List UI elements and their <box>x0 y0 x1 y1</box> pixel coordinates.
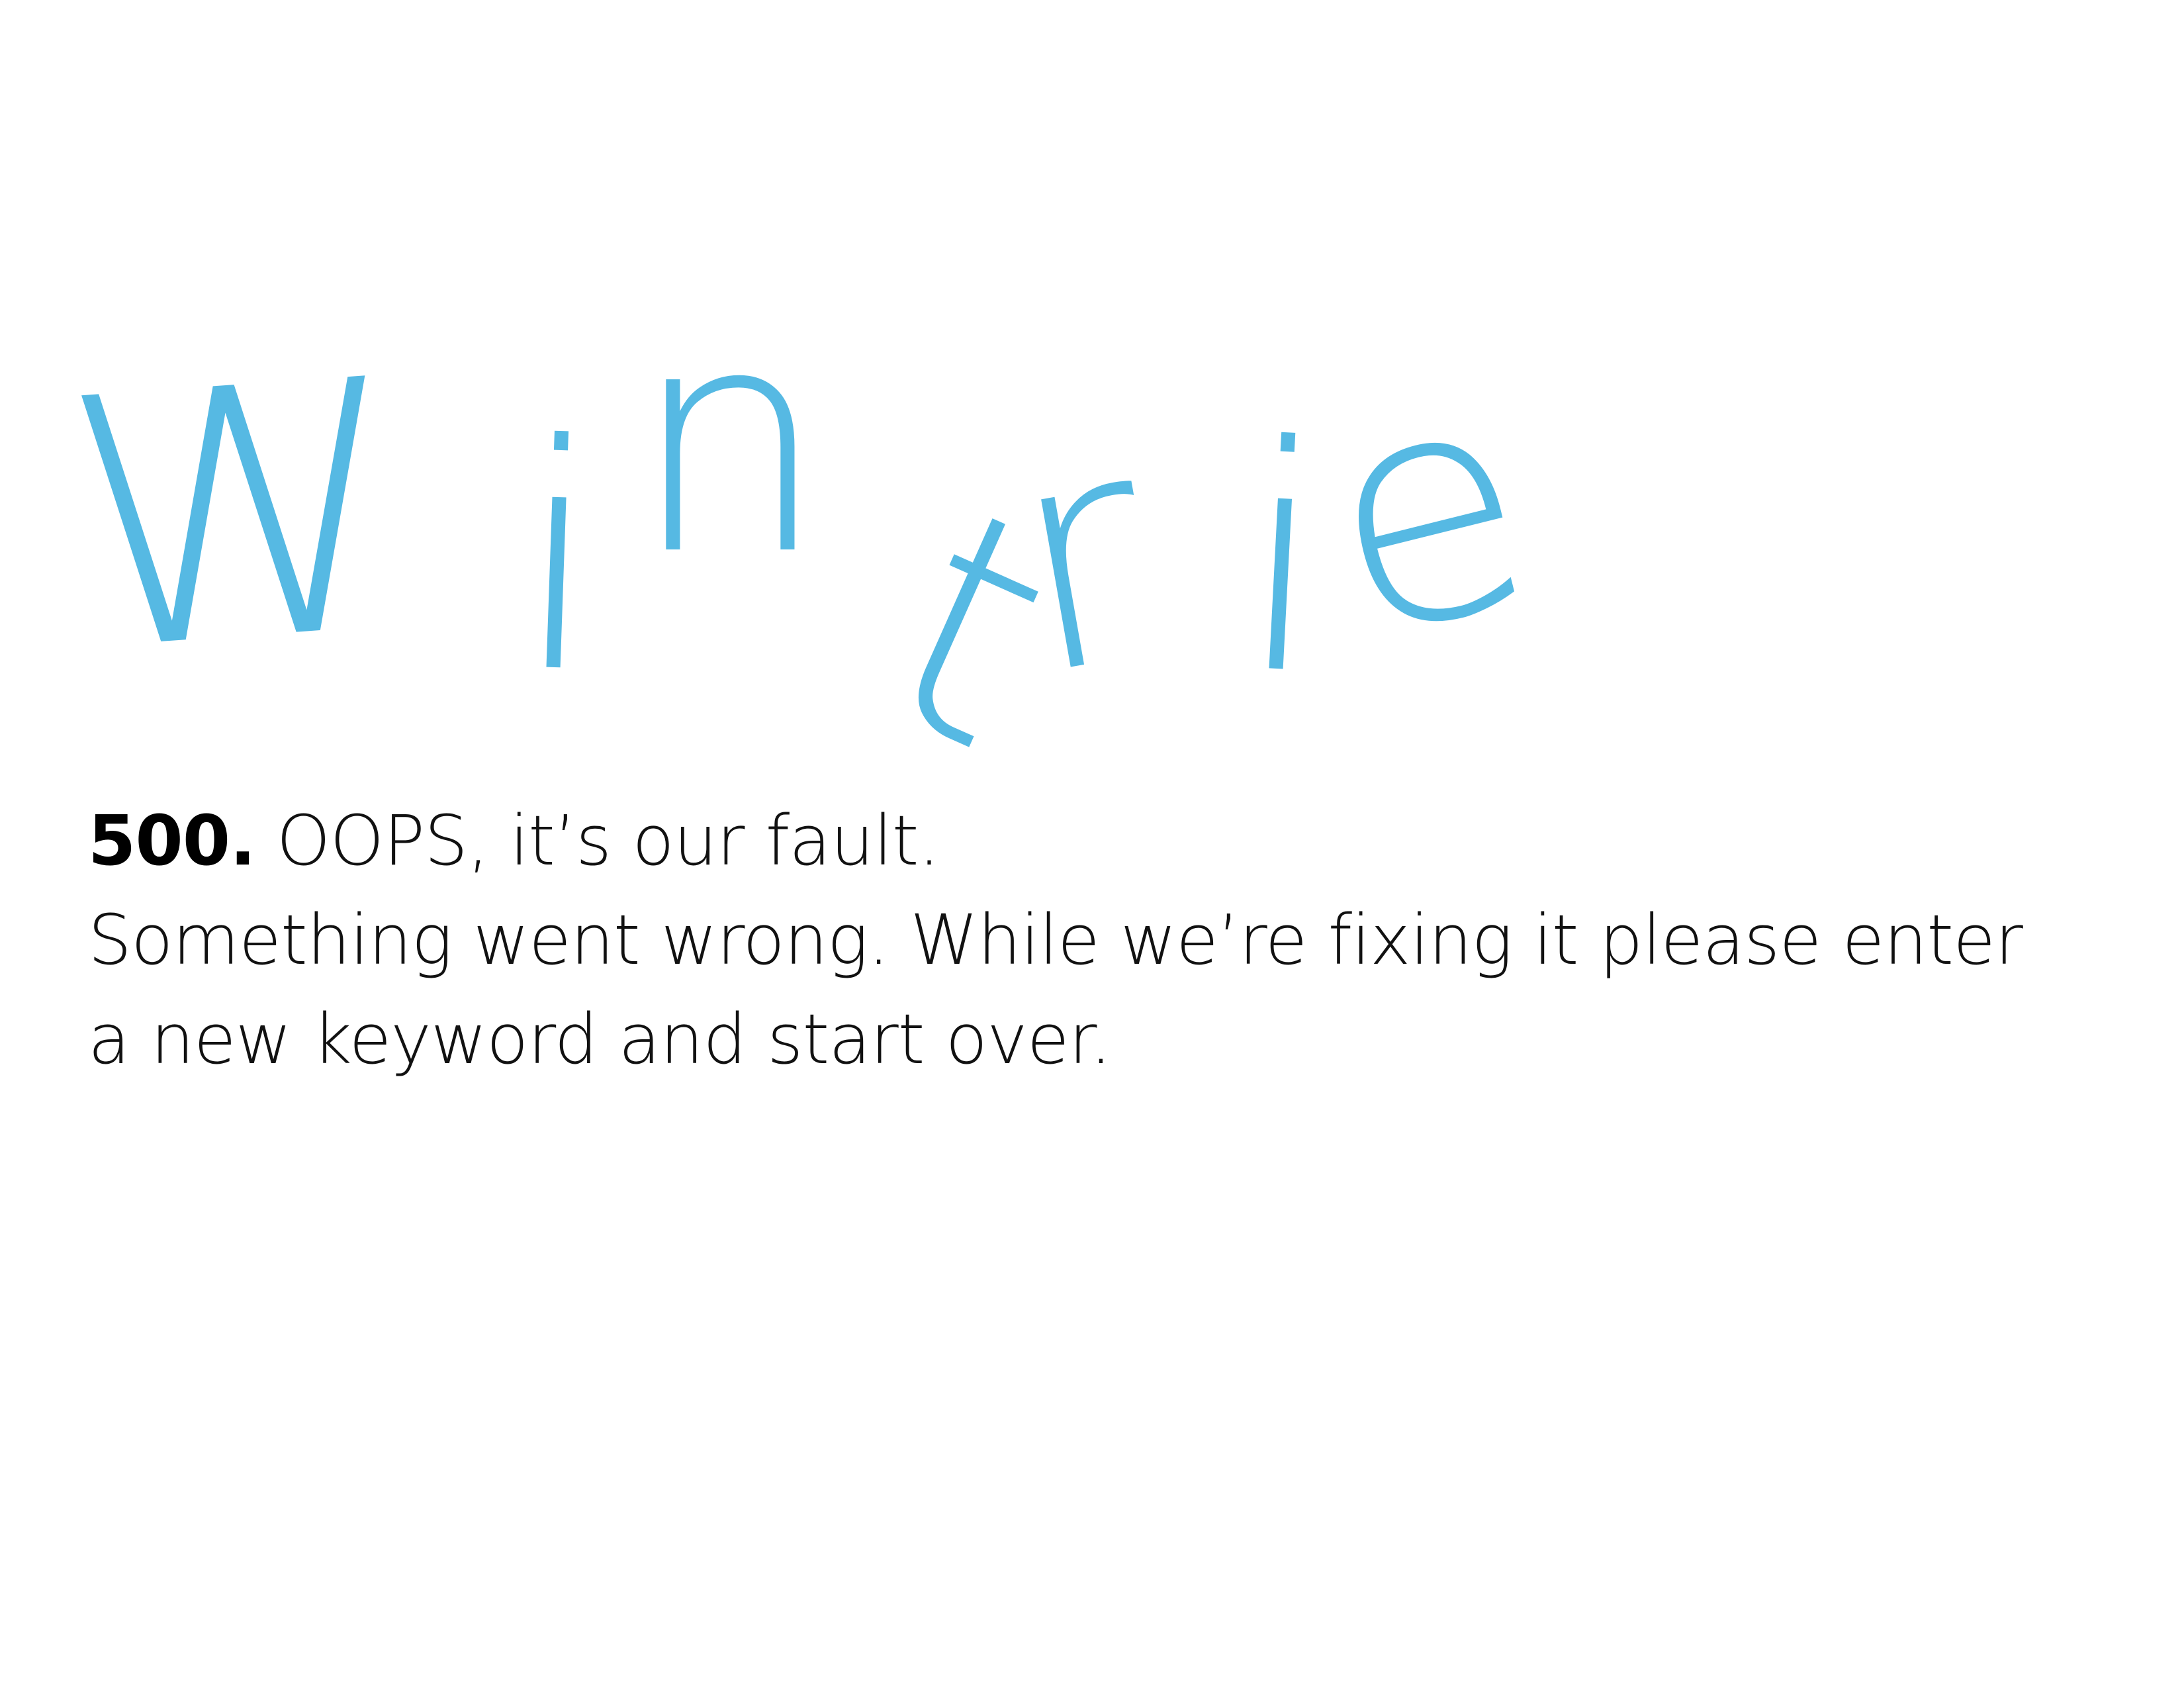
error-code: 500. <box>88 800 256 881</box>
error-headline: OOPS, it’s our fault. <box>255 800 940 881</box>
logo-letter-w: W <box>53 305 420 728</box>
logo-letter-i-2: i <box>1230 378 1336 744</box>
logo-letter-r: r <box>985 366 1177 745</box>
logo-letter-t: t <box>841 440 1100 820</box>
logo-letter-n: n <box>631 261 828 623</box>
error-headline-line: 500. OOPS, it’s our fault. <box>88 791 2107 890</box>
logo-letter-i-1: i <box>509 377 608 742</box>
logo-letter-e: e <box>1290 312 1563 710</box>
error-description-line-2: a new keyword and start over. <box>88 999 1112 1080</box>
error-description-line-1: Something went wrong. While we’re fixing… <box>88 900 2023 980</box>
error-message: 500. OOPS, it’s our fault. Something wen… <box>88 791 2107 1089</box>
